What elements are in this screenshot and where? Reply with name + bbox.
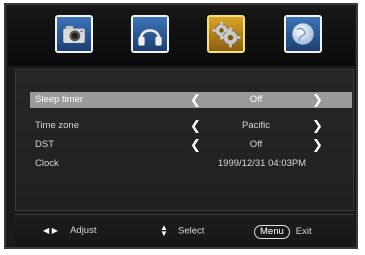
sleep-timer-value: Off — [249, 94, 263, 105]
help-bar: ◀ ▶ Adjust ▲ ▼ Select Menu Exit — [15, 214, 354, 247]
chevron-left-icon[interactable]: ❮ — [190, 137, 201, 153]
help-select-label: Select — [178, 225, 205, 237]
tab-audio[interactable] — [131, 15, 169, 53]
camera-icon — [57, 17, 91, 51]
help-adjust-label: Adjust — [70, 225, 97, 236]
help-exit-label: Exit — [295, 226, 312, 237]
sleep-timer-row[interactable]: Sleep timer ❮ Off ❯ — [30, 92, 352, 108]
help-exit: Menu Exit — [254, 225, 312, 239]
time-zone-value: Pacific — [242, 120, 270, 131]
tab-picture[interactable] — [55, 15, 93, 53]
time-zone-row[interactable]: Time zone ❮ Pacific ❯ — [30, 118, 354, 134]
globe-icon — [286, 17, 320, 51]
dst-value: Off — [249, 139, 263, 150]
clock-value: 1999/12/31 04:03PM — [217, 158, 307, 169]
chevron-right-icon[interactable]: ❯ — [312, 137, 323, 153]
help-adjust: ◀ ▶ Adjust — [43, 225, 96, 236]
chevron-right-icon[interactable]: ❯ — [312, 118, 323, 134]
divider — [8, 61, 355, 66]
left-triangle-icon: ◀ — [43, 225, 50, 235]
tab-setup[interactable] — [207, 15, 245, 53]
chevron-left-icon[interactable]: ❮ — [190, 92, 201, 108]
dst-row[interactable]: DST ❮ Off ❯ — [30, 137, 354, 153]
help-select: ▲ ▼ Select — [160, 223, 205, 238]
up-down-arrows-icon: ▲ ▼ — [160, 223, 168, 238]
headphones-icon — [133, 17, 167, 51]
chevron-right-icon[interactable]: ❯ — [312, 92, 323, 108]
chevron-left-icon[interactable]: ❮ — [190, 118, 201, 134]
category-tab-bar — [8, 9, 355, 61]
tab-globe[interactable] — [284, 15, 322, 53]
sleep-timer-label: Sleep timer — [35, 94, 84, 105]
clock-row: Clock 1999/12/31 04:03PM — [30, 156, 354, 172]
menu-key[interactable]: Menu — [254, 225, 290, 239]
time-zone-label: Time zone — [35, 120, 79, 131]
gear-icon — [209, 17, 243, 51]
dst-label: DST — [35, 139, 54, 150]
clock-label: Clock — [35, 158, 59, 169]
right-triangle-icon: ▶ — [51, 225, 58, 235]
